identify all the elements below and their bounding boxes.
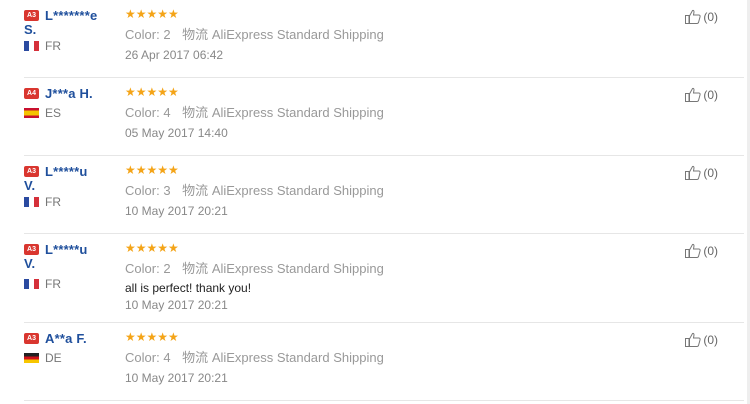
shipping-method: AliExpress Standard Shipping — [211, 105, 384, 120]
review-date: 05 May 2017 14:40 — [125, 126, 228, 140]
flag-fr-icon — [24, 279, 39, 289]
order-info: Color: 4 物流 AliExpress Standard Shipping — [125, 102, 605, 121]
thumbs-up-icon — [685, 87, 701, 102]
helpful-count: (0) — [703, 165, 718, 180]
reviewer-country: FR — [24, 195, 124, 209]
buyer-level-badge: A3 — [24, 333, 39, 344]
logistics-label: 物流 — [182, 350, 209, 365]
reviewer-info: A3 L*******e S. FR — [24, 8, 124, 53]
shipping-method: AliExpress Standard Shipping — [211, 261, 384, 276]
review-body: ★★★★★ Color: 4 物流 AliExpress Standard Sh… — [125, 330, 605, 386]
country-code: FR — [45, 277, 61, 291]
country-code: FR — [45, 39, 61, 53]
star-rating: ★★★★★ — [125, 241, 179, 255]
color-label: Color: — [125, 183, 160, 198]
helpful-count: (0) — [703, 243, 718, 258]
order-info: Color: 2 物流 AliExpress Standard Shipping — [125, 24, 605, 43]
review-body: ★★★★★ Color: 3 物流 AliExpress Standard Sh… — [125, 163, 605, 219]
country-code: ES — [45, 106, 62, 120]
reviewer-info: A3 A**a F. DE — [24, 331, 124, 365]
reviewer-country: FR — [24, 39, 124, 53]
helpful-count: (0) — [703, 9, 718, 24]
review-text: all is perfect! thank you! — [125, 281, 252, 295]
shipping-method: AliExpress Standard Shipping — [211, 27, 384, 42]
helpful-button[interactable]: (0) — [685, 332, 718, 347]
helpful-count: (0) — [703, 332, 718, 347]
color-label: Color: — [125, 105, 160, 120]
review-body: ★★★★★ Color: 2 物流 AliExpress Standard Sh… — [125, 7, 605, 63]
buyer-level-badge: A3 — [24, 244, 39, 255]
country-code: DE — [45, 351, 62, 365]
star-rating: ★★★★★ — [125, 85, 179, 99]
flag-de-icon — [24, 353, 39, 363]
review-date: 10 May 2017 20:21 — [125, 204, 228, 218]
reviewer-name[interactable]: A**a F. — [45, 331, 87, 346]
review-item: A3 A**a F. DE ★★★★★ Color: 4 物流 AliExpre… — [24, 323, 744, 401]
star-rating: ★★★★★ — [125, 7, 179, 21]
order-info: Color: 3 物流 AliExpress Standard Shipping — [125, 180, 605, 199]
helpful-button[interactable]: (0) — [685, 87, 718, 102]
reviewer-name-continued[interactable]: V. — [24, 257, 124, 271]
thumbs-up-icon — [685, 9, 701, 24]
color-label: Color: — [125, 27, 160, 42]
reviewer-name[interactable]: L*****u — [45, 164, 88, 179]
reviewer-info: A4 J***a H. ES — [24, 86, 124, 120]
shipping-method: AliExpress Standard Shipping — [211, 183, 384, 198]
review-date: 26 Apr 2017 06:42 — [125, 48, 224, 62]
helpful-button[interactable]: (0) — [685, 165, 718, 180]
reviewer-country: FR — [24, 277, 124, 291]
color-value: 2 — [163, 27, 171, 42]
order-info: Color: 2 物流 AliExpress Standard Shipping — [125, 258, 605, 277]
review-item: A3 L*****u V. FR ★★★★★ Color: 3 物流 AliEx… — [24, 156, 744, 234]
logistics-label: 物流 — [182, 183, 209, 198]
reviewer-country: ES — [24, 106, 124, 120]
thumbs-up-icon — [685, 243, 701, 258]
reviewer-name[interactable]: L*****u — [45, 242, 88, 257]
buyer-level-badge: A4 — [24, 88, 39, 99]
country-code: FR — [45, 195, 61, 209]
color-value: 2 — [163, 261, 171, 276]
reviewer-country: DE — [24, 351, 124, 365]
review-item: A3 L*****u V. FR ★★★★★ Color: 2 物流 AliEx… — [24, 234, 744, 323]
color-value: 4 — [163, 350, 171, 365]
color-label: Color: — [125, 350, 160, 365]
order-info: Color: 4 物流 AliExpress Standard Shipping — [125, 347, 605, 366]
star-rating: ★★★★★ — [125, 163, 179, 177]
review-date: 10 May 2017 20:21 — [125, 298, 228, 312]
logistics-label: 物流 — [182, 27, 209, 42]
review-date: 10 May 2017 20:21 — [125, 371, 228, 385]
review-body: ★★★★★ Color: 2 物流 AliExpress Standard Sh… — [125, 241, 605, 313]
reviewer-name-continued[interactable]: S. — [24, 23, 124, 37]
helpful-count: (0) — [703, 87, 718, 102]
review-item: A4 J***a H. ES ★★★★★ Color: 4 物流 AliExpr… — [24, 78, 744, 156]
color-label: Color: — [125, 261, 160, 276]
color-value: 3 — [163, 183, 171, 198]
logistics-label: 物流 — [182, 261, 209, 276]
logistics-label: 物流 — [182, 105, 209, 120]
thumbs-up-icon — [685, 165, 701, 180]
color-value: 4 — [163, 105, 171, 120]
review-item: A3 L*******e S. FR ★★★★★ Color: 2 物流 Ali… — [24, 0, 744, 78]
helpful-button[interactable]: (0) — [685, 9, 718, 24]
flag-es-icon — [24, 108, 39, 118]
reviewer-name[interactable]: L*******e — [45, 8, 97, 23]
reviewer-name-continued[interactable]: V. — [24, 179, 124, 193]
buyer-level-badge: A3 — [24, 10, 39, 21]
reviewer-info: A3 L*****u V. FR — [24, 164, 124, 209]
shipping-method: AliExpress Standard Shipping — [211, 350, 384, 365]
thumbs-up-icon — [685, 332, 701, 347]
flag-fr-icon — [24, 197, 39, 207]
reviewer-info: A3 L*****u V. FR — [24, 242, 124, 291]
buyer-level-badge: A3 — [24, 166, 39, 177]
star-rating: ★★★★★ — [125, 330, 179, 344]
flag-fr-icon — [24, 41, 39, 51]
helpful-button[interactable]: (0) — [685, 243, 718, 258]
reviewer-name[interactable]: J***a H. — [45, 86, 93, 101]
review-body: ★★★★★ Color: 4 物流 AliExpress Standard Sh… — [125, 85, 605, 141]
